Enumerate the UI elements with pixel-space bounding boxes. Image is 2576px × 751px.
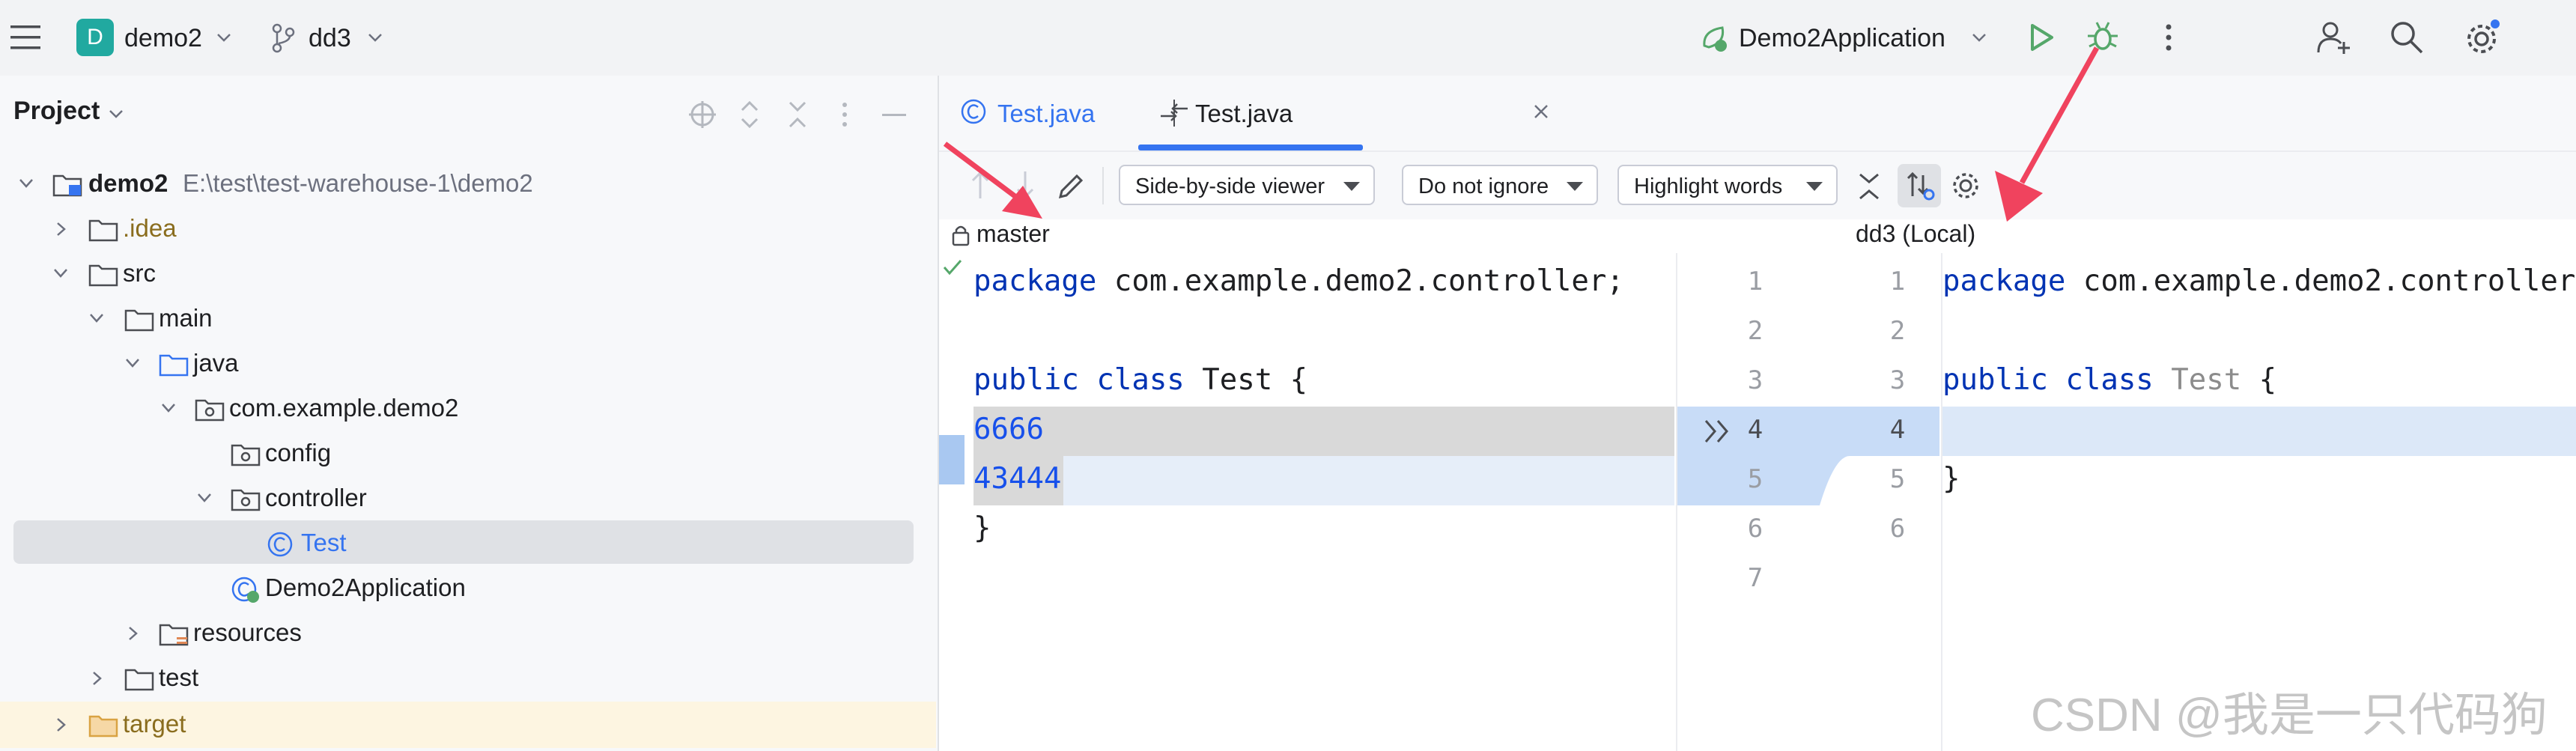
annotation-arrows	[943, 46, 2100, 222]
watermark: CSDN @我是一只代码狗	[2031, 690, 2548, 741]
